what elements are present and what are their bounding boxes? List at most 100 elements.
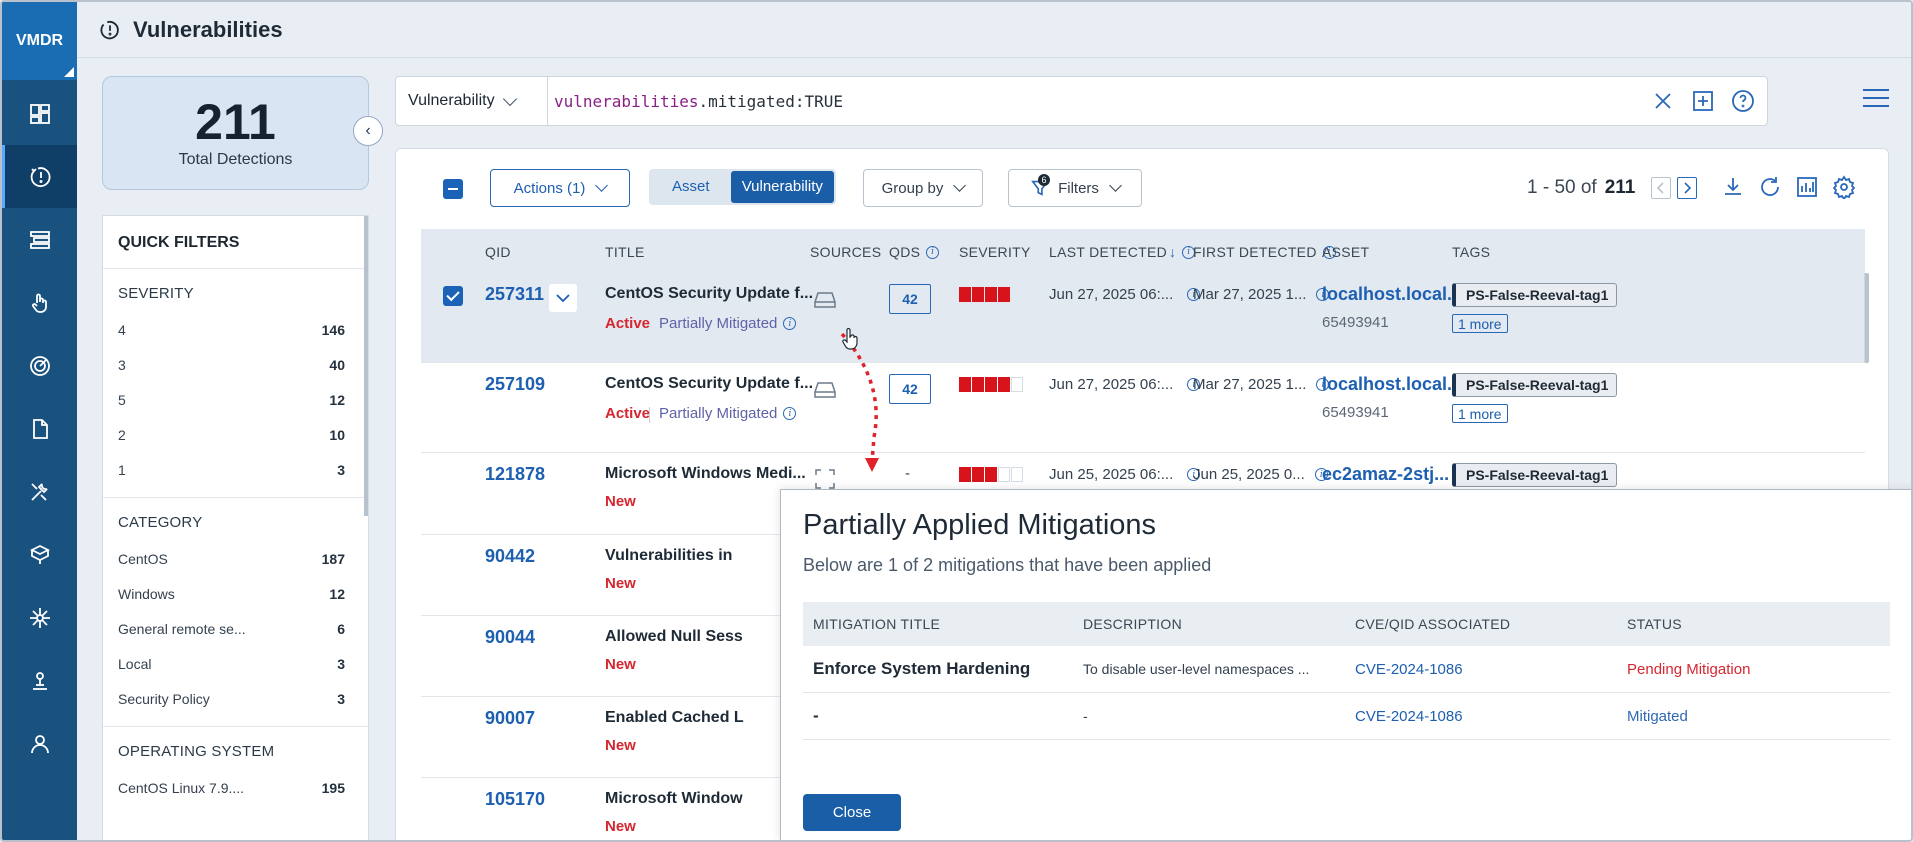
filters-button[interactable]: 6 Filters bbox=[1008, 169, 1142, 207]
expand-row-button[interactable] bbox=[549, 284, 577, 312]
nav-assets[interactable] bbox=[2, 523, 77, 586]
next-page-button[interactable] bbox=[1677, 177, 1698, 199]
col-last-detected[interactable]: LAST DETECTED ↓ i bbox=[1049, 244, 1196, 260]
qid-link[interactable]: 121878 bbox=[485, 464, 545, 485]
qid-link[interactable]: 105170 bbox=[485, 789, 545, 810]
dialog-subtitle: Below are 1 of 2 mitigations that have b… bbox=[803, 555, 1212, 575]
col-qds[interactable]: QDS i bbox=[889, 244, 940, 260]
more-tags-link[interactable]: 1 more bbox=[1452, 404, 1508, 423]
nav-reports[interactable] bbox=[2, 397, 77, 460]
vuln-title[interactable]: Microsoft Windows Medi... bbox=[605, 465, 806, 483]
quick-filters-scrollbar[interactable] bbox=[364, 216, 368, 516]
category-filter-centos[interactable]: CentOS 187 bbox=[118, 541, 353, 576]
download-icon[interactable] bbox=[1721, 175, 1745, 199]
prev-page-button[interactable] bbox=[1651, 177, 1672, 199]
search-type-select[interactable]: Vulnerability bbox=[396, 77, 548, 125]
col-title[interactable]: TITLE bbox=[605, 244, 645, 260]
chart-icon[interactable] bbox=[1795, 175, 1819, 199]
nav-prioritization[interactable] bbox=[2, 208, 77, 271]
filter-count: 3 bbox=[337, 655, 345, 672]
tag-chip[interactable]: PS-False-Reeval-tag1 bbox=[1452, 373, 1618, 397]
severity-filter-1[interactable]: 13 bbox=[118, 452, 353, 487]
vuln-title[interactable]: Microsoft Window bbox=[605, 790, 743, 808]
vuln-title[interactable]: Allowed Null Sess bbox=[605, 628, 743, 646]
asset-link[interactable]: ec2amaz-2stj... bbox=[1322, 464, 1449, 485]
more-tags-link[interactable]: 1 more bbox=[1452, 314, 1508, 333]
qid-link[interactable]: 257109 bbox=[485, 374, 545, 395]
select-all-checkbox[interactable] bbox=[443, 179, 463, 199]
collapse-panel-button[interactable]: ‹ bbox=[353, 116, 383, 146]
os-section: OPERATING SYSTEM CentOS Linux 7.9.... 195 bbox=[103, 727, 368, 815]
nav-network[interactable] bbox=[2, 586, 77, 649]
col-tags[interactable]: TAGS bbox=[1452, 244, 1490, 260]
help-icon[interactable] bbox=[1731, 89, 1755, 113]
nav-vulnerabilities[interactable] bbox=[2, 145, 77, 208]
col-sources[interactable]: SOURCES bbox=[810, 244, 881, 260]
qid-link[interactable]: 90007 bbox=[485, 708, 535, 729]
status-label: New bbox=[605, 493, 636, 510]
total-count: 211 bbox=[195, 94, 276, 150]
tag-chip[interactable]: PS-False-Reeval-tag1 bbox=[1452, 283, 1618, 307]
nav-dashboard[interactable] bbox=[2, 82, 77, 145]
mitigation-status[interactable]: Partially Mitigated i bbox=[659, 315, 797, 332]
severity-filter-2[interactable]: 2 10 bbox=[118, 417, 353, 452]
category-filter-windows[interactable]: Windows 12 bbox=[118, 576, 353, 611]
group-by-button[interactable]: Group by bbox=[863, 169, 983, 207]
mitigation-status[interactable]: Partially Mitigated i bbox=[659, 405, 797, 422]
severity-filter-3[interactable]: 3 40 bbox=[118, 347, 353, 382]
vuln-title[interactable]: CentOS Security Update f... bbox=[605, 285, 813, 303]
table-row[interactable]: 257109 CentOS Security Update f... Activ… bbox=[421, 363, 1865, 453]
qid-link[interactable]: 90044 bbox=[485, 627, 535, 648]
info-icon[interactable]: i bbox=[926, 245, 940, 259]
vuln-title[interactable]: Vulnerabilities in bbox=[605, 547, 732, 565]
toggle-vulnerability[interactable]: Vulnerability bbox=[730, 171, 834, 203]
close-button[interactable]: Close bbox=[803, 794, 901, 831]
severity-filter-4[interactable]: 4 146 bbox=[118, 312, 353, 347]
mitigation-info-icon[interactable]: i bbox=[783, 317, 797, 330]
add-query-icon[interactable] bbox=[1691, 89, 1715, 113]
category-heading: CATEGORY bbox=[118, 514, 203, 531]
nav-users[interactable] bbox=[2, 712, 77, 775]
nav-tools[interactable] bbox=[2, 460, 77, 523]
asset-link[interactable]: localhost.local... bbox=[1322, 374, 1462, 395]
cve-link[interactable]: CVE-2024-1086 bbox=[1347, 708, 1619, 725]
asset-link[interactable]: localhost.local... bbox=[1322, 284, 1462, 305]
qid-link[interactable]: 257311 bbox=[485, 284, 544, 305]
qds-score[interactable]: 42 bbox=[889, 284, 931, 314]
col-asset[interactable]: ASSET bbox=[1322, 244, 1369, 260]
qds-score[interactable]: 42 bbox=[889, 374, 931, 404]
hamburger-menu-icon[interactable] bbox=[1863, 89, 1889, 109]
vuln-title[interactable]: Enabled Cached L bbox=[605, 709, 744, 727]
nav-remediation[interactable] bbox=[2, 271, 77, 334]
category-filter-security-policy[interactable]: Security Policy 3 bbox=[118, 681, 353, 716]
col-severity[interactable]: SEVERITY bbox=[959, 244, 1031, 260]
toggle-asset[interactable]: Asset bbox=[651, 171, 731, 203]
nav-threat-feed[interactable] bbox=[2, 334, 77, 397]
table-toolbar: Actions (1) Asset Vulnerability Group by… bbox=[396, 149, 1888, 229]
refresh-icon[interactable] bbox=[1758, 175, 1782, 199]
col-qid[interactable]: QID bbox=[485, 244, 511, 260]
search-input[interactable]: vulnerabilities.mitigated:TRUE bbox=[554, 92, 843, 111]
os-filter-centos[interactable]: CentOS Linux 7.9.... 195 bbox=[118, 770, 353, 805]
row-checkbox[interactable] bbox=[443, 286, 463, 306]
settings-gear-icon[interactable] bbox=[1832, 175, 1856, 199]
sort-down-arrow-icon: ↓ bbox=[1169, 244, 1177, 260]
vuln-title[interactable]: CentOS Security Update f... bbox=[605, 375, 813, 393]
cve-link[interactable]: CVE-2024-1086 bbox=[1347, 661, 1619, 678]
clear-search-icon[interactable] bbox=[1651, 89, 1675, 113]
actions-button[interactable]: Actions (1) bbox=[490, 169, 630, 207]
nav-patch[interactable] bbox=[2, 649, 77, 712]
table-row[interactable]: 257311 CentOS Security Update f... Activ… bbox=[421, 273, 1865, 363]
tag-chip[interactable]: PS-False-Reeval-tag1 bbox=[1452, 463, 1618, 487]
pager-range: 1 - 50 of bbox=[1527, 177, 1597, 198]
severity-filter-5[interactable]: 5 12 bbox=[118, 382, 353, 417]
filter-count: 6 bbox=[337, 620, 345, 637]
app-switcher[interactable]: VMDR bbox=[2, 2, 77, 80]
category-filter-local[interactable]: Local 3 bbox=[118, 646, 353, 681]
total-detections-card: 211 Total Detections bbox=[102, 76, 369, 190]
col-first-detected[interactable]: FIRST DETECTED i bbox=[1193, 244, 1336, 260]
qid-link[interactable]: 90442 bbox=[485, 546, 535, 567]
mitigation-label: Partially Mitigated bbox=[659, 405, 778, 422]
category-filter-general-remote[interactable]: General remote se... 6 bbox=[118, 611, 353, 646]
mitigation-info-icon[interactable]: i bbox=[783, 407, 797, 420]
